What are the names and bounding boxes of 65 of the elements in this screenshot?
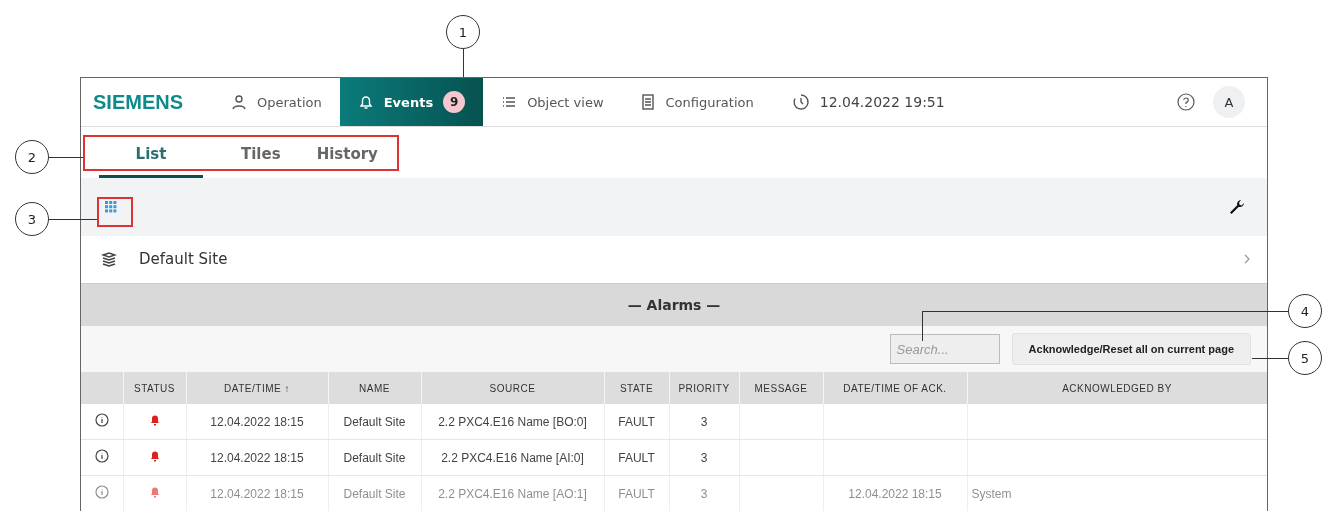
column-header[interactable]: ACKNOWLEDGED BY bbox=[967, 372, 1267, 404]
bell-icon bbox=[149, 450, 160, 462]
table-cell: 2.2 PXC4.E16 Name [AO:1] bbox=[421, 475, 604, 511]
view-tab[interactable]: History bbox=[298, 145, 396, 179]
count-badge: 9 bbox=[443, 91, 466, 113]
layers-icon bbox=[101, 251, 117, 268]
callout-number: 2 bbox=[15, 140, 49, 174]
table-cell: 2.2 PXC4.E16 Name [BO:0] bbox=[421, 404, 604, 440]
chevron-right-icon[interactable] bbox=[1243, 254, 1251, 265]
document-icon bbox=[639, 94, 656, 110]
leader-line bbox=[49, 219, 97, 220]
leader-line bbox=[1252, 358, 1288, 359]
column-header[interactable]: NAME bbox=[328, 372, 421, 404]
callout-number: 4 bbox=[1288, 294, 1322, 328]
table-cell: FAULT bbox=[604, 475, 669, 511]
nav-tab[interactable]: Object view bbox=[483, 78, 622, 126]
table-cell: 12.04.2022 18:15 bbox=[186, 404, 328, 440]
table-cell: FAULT bbox=[604, 404, 669, 440]
section-title: — Alarms — bbox=[81, 284, 1267, 327]
column-header[interactable]: SOURCE bbox=[421, 372, 604, 404]
table-cell: 3 bbox=[669, 439, 739, 476]
help-icon[interactable] bbox=[1177, 93, 1195, 111]
callout-number: 1 bbox=[446, 15, 480, 49]
bell-icon bbox=[149, 486, 160, 498]
acknowledge-button[interactable]: Acknowledge/Reset all on current page bbox=[1011, 333, 1251, 366]
user-avatar[interactable]: A bbox=[1213, 86, 1245, 118]
search-field[interactable]: Search... bbox=[889, 334, 1000, 365]
table-cell: Default Site bbox=[328, 404, 421, 440]
bell-icon bbox=[149, 414, 160, 426]
column-header[interactable]: DATE/TIME OF ACK. bbox=[823, 372, 967, 404]
table-cell: 12.04.2022 18:15 bbox=[186, 439, 328, 476]
clock-icon bbox=[791, 93, 810, 111]
table-cell: 3 bbox=[669, 404, 739, 440]
table-cell: FAULT bbox=[604, 439, 669, 476]
nav-tab[interactable]: Operation bbox=[213, 78, 340, 126]
grid-icon[interactable] bbox=[105, 201, 117, 214]
column-header[interactable]: MESSAGE bbox=[739, 372, 823, 404]
view-tab[interactable]: Tiles bbox=[223, 145, 299, 179]
table-cell: System bbox=[967, 475, 1267, 511]
site-name[interactable]: Default Site bbox=[139, 250, 1221, 269]
table-cell: Default Site bbox=[328, 439, 421, 476]
column-header[interactable]: PRIORITY bbox=[669, 372, 739, 404]
list-icon bbox=[501, 94, 518, 110]
person-icon bbox=[231, 94, 248, 110]
column-header[interactable]: DATE/TIME ↑ bbox=[186, 372, 328, 404]
nav-tab[interactable]: Events 9 bbox=[339, 78, 484, 126]
callout-number: 5 bbox=[1288, 341, 1322, 375]
column-header[interactable]: STATE bbox=[604, 372, 669, 404]
datetime: 12.04.2022 19:51 bbox=[771, 93, 965, 111]
bell-icon bbox=[357, 94, 374, 110]
wrench-icon[interactable] bbox=[1229, 199, 1245, 216]
leader-line bbox=[463, 49, 464, 77]
info-icon[interactable] bbox=[94, 413, 109, 427]
logo: SIEMENS bbox=[92, 90, 185, 114]
table-cell: Default Site bbox=[328, 475, 421, 511]
highlight-frame bbox=[97, 197, 133, 227]
info-icon[interactable] bbox=[94, 449, 109, 463]
table-cell: 12.04.2022 18:15 bbox=[186, 475, 328, 511]
table-cell: 12.04.2022 18:15 bbox=[823, 475, 967, 511]
callout-number: 3 bbox=[15, 202, 49, 236]
nav-tab[interactable]: Configuration bbox=[621, 78, 772, 126]
table-cell: 3 bbox=[669, 475, 739, 511]
leader-line bbox=[49, 157, 83, 158]
table-cell: 2.2 PXC4.E16 Name [AI:0] bbox=[421, 439, 604, 476]
column-header[interactable]: STATUS bbox=[123, 372, 186, 404]
